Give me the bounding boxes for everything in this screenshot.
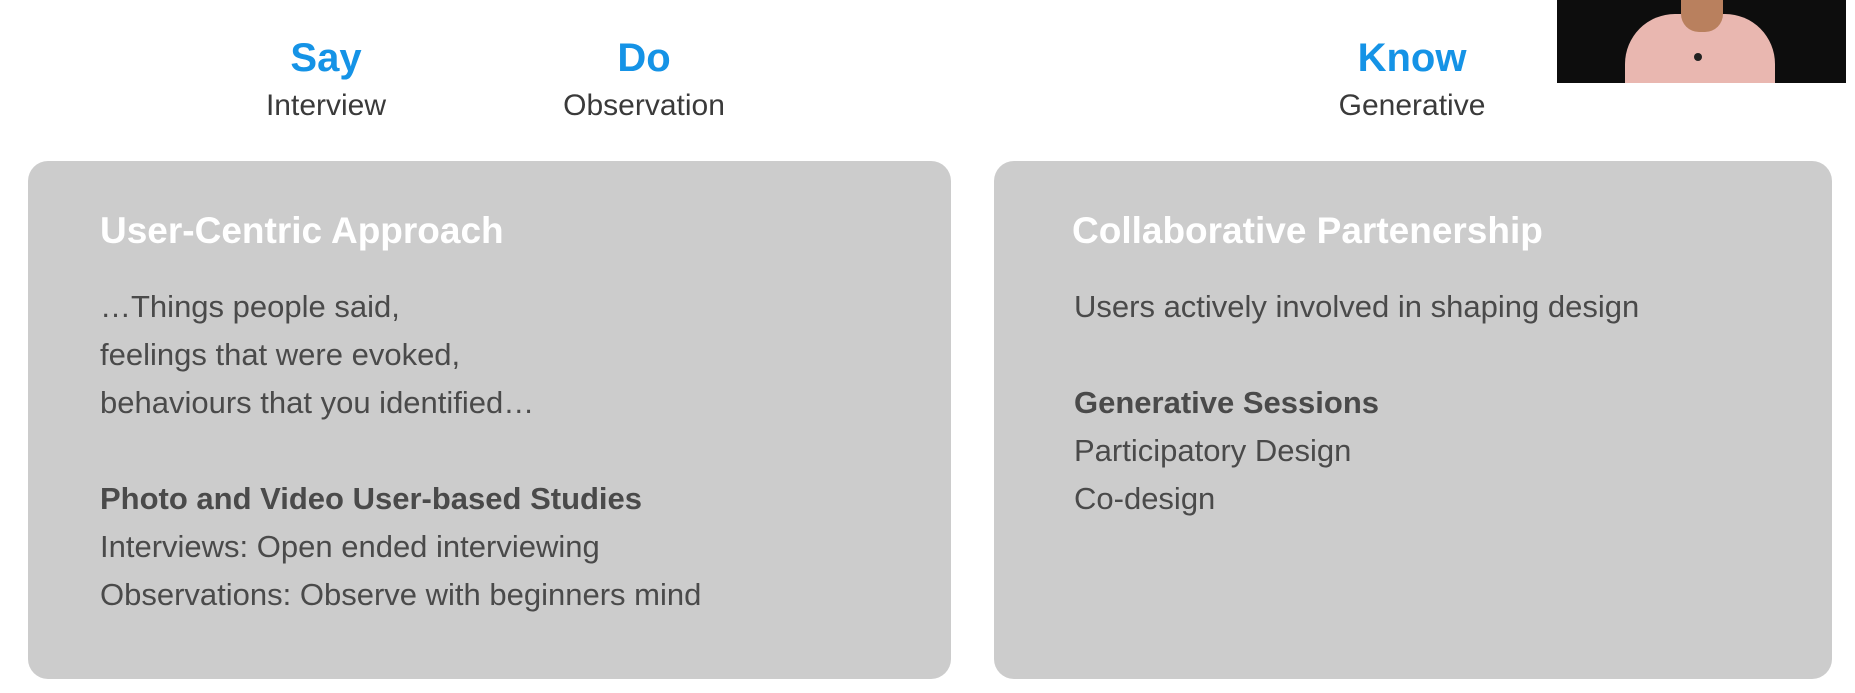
card-line: Participatory Design — [1074, 433, 1352, 468]
card-body: …Things people said, feelings that were … — [100, 283, 701, 619]
card-title: User-Centric Approach — [100, 210, 504, 251]
card-line: feelings that were evoked, — [100, 337, 461, 372]
card-collaborative-partnership: Collaborative Partenership Users activel… — [994, 161, 1832, 679]
card-line: …Things people said, — [100, 289, 400, 324]
card-title: Collaborative Partenership — [1072, 210, 1543, 251]
card-line: Co-design — [1074, 481, 1216, 516]
column-title-do: Do — [617, 36, 671, 80]
card-body: Users actively involved in shaping desig… — [1074, 283, 1639, 523]
card-line: Observations: Observe with beginners min… — [100, 577, 702, 612]
card-section-heading: Generative Sessions — [1074, 385, 1379, 420]
column-title-say: Say — [290, 36, 362, 80]
column-header-do: Do Observation — [514, 34, 774, 126]
card-section-heading: Photo and Video User-based Studies — [100, 481, 643, 516]
card-line: behaviours that you identified… — [100, 385, 535, 420]
card-line: Interviews: Open ended interviewing — [100, 529, 600, 564]
column-header-say: Say Interview — [196, 34, 456, 126]
column-subtitle-do: Observation — [563, 89, 725, 122]
column-header-know: Know Generative — [1282, 34, 1542, 126]
column-title-know: Know — [1357, 36, 1467, 80]
column-subtitle-say: Interview — [265, 89, 387, 122]
card-user-centric-approach: User-Centric Approach …Things people sai… — [28, 161, 951, 679]
column-subtitle-know: Generative — [1338, 89, 1486, 122]
lapel-mic-icon — [1694, 53, 1702, 61]
presenter-neck — [1681, 0, 1723, 32]
slide: Say Interview Do Observation Know Genera… — [0, 0, 1855, 693]
card-line: Users actively involved in shaping desig… — [1074, 289, 1640, 324]
presenter-video-thumbnail — [1557, 0, 1846, 83]
